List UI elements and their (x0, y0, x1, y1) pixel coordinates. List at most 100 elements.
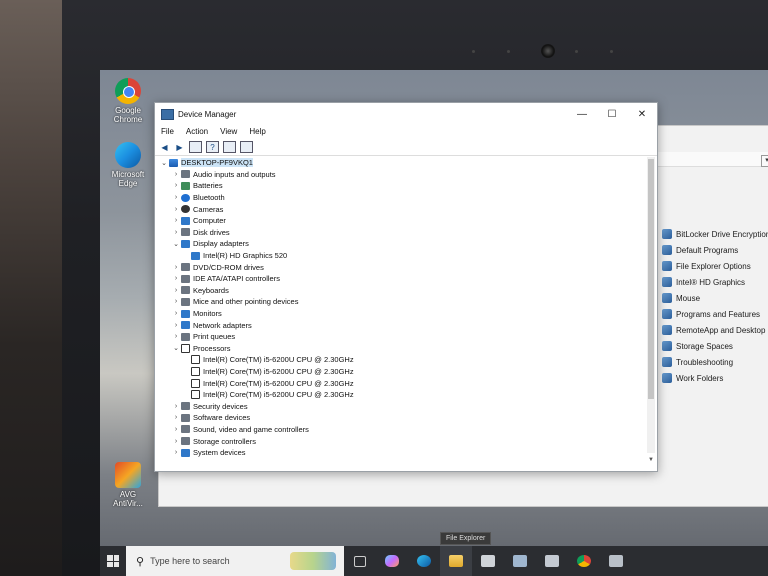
tree-leaf[interactable]: Intel(R) Core(TM) i5-6200U CPU @ 2.30GHz (157, 366, 645, 378)
mail-button[interactable] (504, 546, 536, 576)
scrollbar-thumb[interactable] (648, 159, 654, 399)
scan-hardware-icon[interactable] (240, 141, 253, 153)
copilot-button[interactable] (376, 546, 408, 576)
chevron-right-icon[interactable]: › (171, 171, 181, 178)
chevron-down-icon[interactable]: ⌄ (171, 240, 181, 248)
chevron-right-icon[interactable]: › (171, 438, 181, 445)
chevron-right-icon[interactable]: › (171, 403, 181, 410)
tree-node[interactable]: › Mice and other pointing devices (157, 296, 645, 308)
menu-view[interactable]: View (214, 125, 243, 139)
tree-node[interactable]: › Audio inputs and outputs (157, 169, 645, 181)
tree-node[interactable]: › Batteries (157, 180, 645, 192)
list-item[interactable]: RemoteApp and Desktop C (662, 322, 768, 338)
list-item[interactable]: File Explorer Options (662, 258, 768, 274)
chevron-right-icon[interactable]: › (171, 426, 181, 433)
list-item[interactable]: Work Folders (662, 370, 768, 386)
troubleshooting-icon (662, 357, 672, 367)
list-item[interactable]: Storage Spaces (662, 338, 768, 354)
chevron-right-icon[interactable]: › (171, 229, 181, 236)
tree-node[interactable]: › Bluetooth (157, 192, 645, 204)
title-bar[interactable]: Device Manager — ☐ ✕ (155, 103, 657, 125)
list-item[interactable]: Troubleshooting (662, 354, 768, 370)
help-icon[interactable]: ? (206, 141, 219, 153)
tree-node[interactable]: › Cameras (157, 203, 645, 215)
chevron-down-icon[interactable]: ▼ (647, 457, 655, 467)
tree-node[interactable]: › Sound, video and game controllers (157, 424, 645, 436)
tree-node[interactable]: › Storage controllers (157, 435, 645, 447)
tree-leaf[interactable]: Intel(R) Core(TM) i5-6200U CPU @ 2.30GHz (157, 377, 645, 389)
chevron-right-icon[interactable]: › (171, 217, 181, 224)
store-button[interactable] (472, 546, 504, 576)
list-item[interactable]: Default Programs (662, 242, 768, 258)
tree-node[interactable]: › IDE ATA/ATAPI controllers (157, 273, 645, 285)
chevron-right-icon[interactable]: › (171, 264, 181, 271)
task-view-button[interactable] (344, 546, 376, 576)
desktop-icon-label: Google Chrome (113, 106, 143, 124)
chevron-right-icon[interactable]: › (171, 414, 181, 421)
chrome-taskbar-button[interactable] (568, 546, 600, 576)
list-item[interactable]: BitLocker Drive Encryption (662, 226, 768, 242)
tree-node[interactable]: › DVD/CD-ROM drives (157, 261, 645, 273)
tree-root-label: DESKTOP-PF9VKQ1 (181, 158, 253, 168)
list-item[interactable]: Intel® HD Graphics (662, 274, 768, 290)
maximize-button[interactable]: ☐ (597, 103, 627, 125)
tree-node[interactable]: › Print queues (157, 331, 645, 343)
properties-icon[interactable] (189, 141, 202, 153)
chevron-right-icon[interactable]: › (171, 333, 181, 340)
tree-node[interactable]: › Network adapters (157, 319, 645, 331)
chevron-right-icon[interactable]: › (171, 275, 181, 282)
chevron-right-icon[interactable]: › (171, 298, 181, 305)
outlook-button[interactable] (536, 546, 568, 576)
computer-icon (169, 158, 178, 167)
tree-leaf[interactable]: Intel(R) HD Graphics 520 (157, 250, 645, 262)
start-button[interactable] (100, 546, 126, 576)
desktop-icon-label: AVG AntiVir... (113, 490, 143, 508)
chevron-right-icon[interactable]: › (171, 206, 181, 213)
chevron-right-icon[interactable]: › (171, 182, 181, 189)
chevron-down-icon[interactable]: ⌄ (159, 159, 169, 167)
forward-arrow-icon[interactable]: ▶ (174, 142, 185, 152)
view-icon[interactable] (223, 141, 236, 153)
display-adapter-icon (181, 239, 190, 248)
tree-node[interactable]: › System devices (157, 447, 645, 459)
chevron-right-icon[interactable]: › (171, 287, 181, 294)
menu-help[interactable]: Help (243, 125, 271, 139)
vertical-scrollbar[interactable] (647, 157, 655, 453)
menu-file[interactable]: File (155, 125, 180, 139)
tree-node[interactable]: › Disk drives (157, 227, 645, 239)
app-button[interactable] (600, 546, 632, 576)
tree-leaf[interactable]: Intel(R) Core(TM) i5-6200U CPU @ 2.30GHz (157, 389, 645, 401)
desktop-icon-avg[interactable]: AVG AntiVir... (110, 462, 146, 508)
minimize-button[interactable]: — (567, 103, 597, 125)
desktop-icon-chrome[interactable]: Google Chrome (110, 78, 146, 124)
background-surface (0, 0, 70, 576)
menu-action[interactable]: Action (180, 125, 214, 139)
chevron-right-icon[interactable]: › (171, 310, 181, 317)
tree-node[interactable]: › Security devices (157, 400, 645, 412)
close-button[interactable]: ✕ (627, 103, 657, 125)
tree-node[interactable]: › Monitors (157, 308, 645, 320)
tree-leaf[interactable]: Intel(R) Core(TM) i5-6200U CPU @ 2.30GHz (157, 354, 645, 366)
chevron-right-icon[interactable]: › (171, 194, 181, 201)
chevron-down-icon[interactable]: ⌄ (171, 344, 181, 352)
chevron-right-icon[interactable]: › (171, 322, 181, 329)
file-explorer-button[interactable] (440, 546, 472, 576)
app-icon (609, 555, 623, 567)
tree-node[interactable]: › Software devices (157, 412, 645, 424)
list-item[interactable]: Programs and Features (662, 306, 768, 322)
tree-node[interactable]: ⌄ Processors (157, 343, 645, 355)
tree-node[interactable]: › Keyboards (157, 285, 645, 297)
desktop-icon-edge[interactable]: Microsoft Edge (110, 142, 146, 188)
keyboard-icon (181, 286, 190, 295)
search-placeholder: Type here to search (150, 556, 230, 566)
chevron-down-icon[interactable]: ▾ (761, 155, 768, 167)
search-box[interactable]: ⚲ Type here to search (126, 546, 344, 576)
edge-icon (115, 142, 141, 168)
back-arrow-icon[interactable]: ◀ (159, 142, 170, 152)
chevron-right-icon[interactable]: › (171, 449, 181, 456)
edge-taskbar-button[interactable] (408, 546, 440, 576)
tree-node[interactable]: › Computer (157, 215, 645, 227)
list-item[interactable]: Mouse (662, 290, 768, 306)
tree-root[interactable]: ⌄ DESKTOP-PF9VKQ1 (157, 157, 645, 169)
tree-node[interactable]: ⌄ Display adapters (157, 238, 645, 250)
